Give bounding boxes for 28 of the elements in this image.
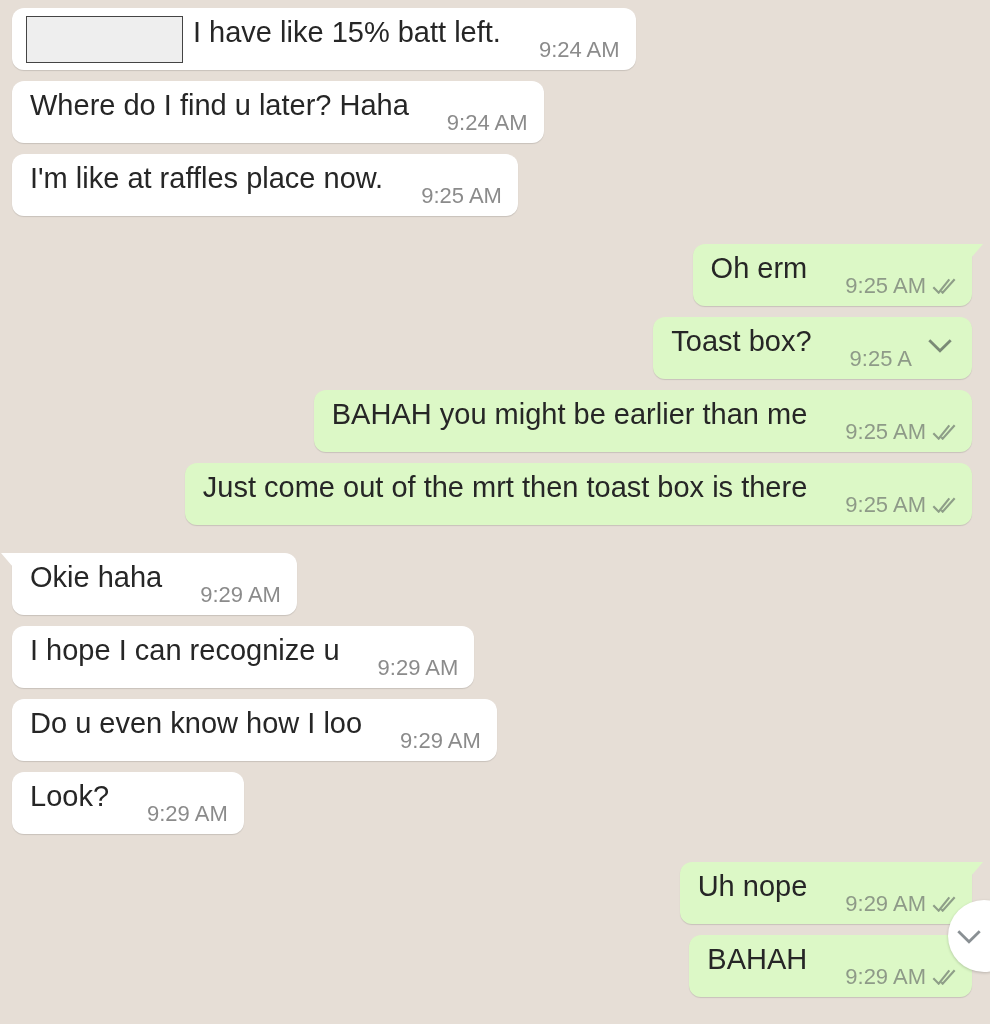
message-time: 9:25 A [849, 347, 912, 371]
message-time: 9:29 AM [845, 892, 926, 916]
message-time: 9:25 AM [845, 274, 926, 298]
message-text: Okie haha [30, 561, 163, 595]
message-time: 9:25 AM [845, 493, 926, 517]
message-time: 9:29 AM [200, 583, 281, 607]
message-text: BAHAH you might be earlier than me [331, 398, 808, 432]
message-time: 9:29 AM [377, 656, 459, 680]
message-text: Uh nope [697, 870, 808, 904]
message-text: Where do I find u later? Haha [30, 89, 409, 123]
message-text: Oh erm [710, 252, 808, 286]
chevron-down-icon [956, 928, 982, 944]
message-text: Do u even know how I loo [30, 707, 363, 741]
message-time: 9:24 AM [446, 111, 528, 135]
message-text: BAHAH [707, 943, 808, 977]
message-text: I'm like at raffles place now. [30, 162, 384, 196]
message-time: 9:24 AM [538, 38, 620, 62]
message-time: 9:29 AM [147, 802, 228, 826]
message-text: Look? [30, 780, 109, 814]
message-time: 9:25 AM [421, 184, 502, 208]
message-time: 9:29 AM [400, 729, 481, 753]
message-text: Toast box? [671, 325, 812, 359]
message-time: 9:29 AM [845, 965, 926, 989]
message-time: 9:25 AM [845, 420, 926, 444]
message-text: Just come out of the mrt then toast box is there [202, 471, 808, 505]
chevron-down-icon [927, 337, 953, 353]
message-text: I have like 15% batt left. [193, 16, 501, 50]
message-text: I hope I can recognize u [30, 634, 340, 668]
